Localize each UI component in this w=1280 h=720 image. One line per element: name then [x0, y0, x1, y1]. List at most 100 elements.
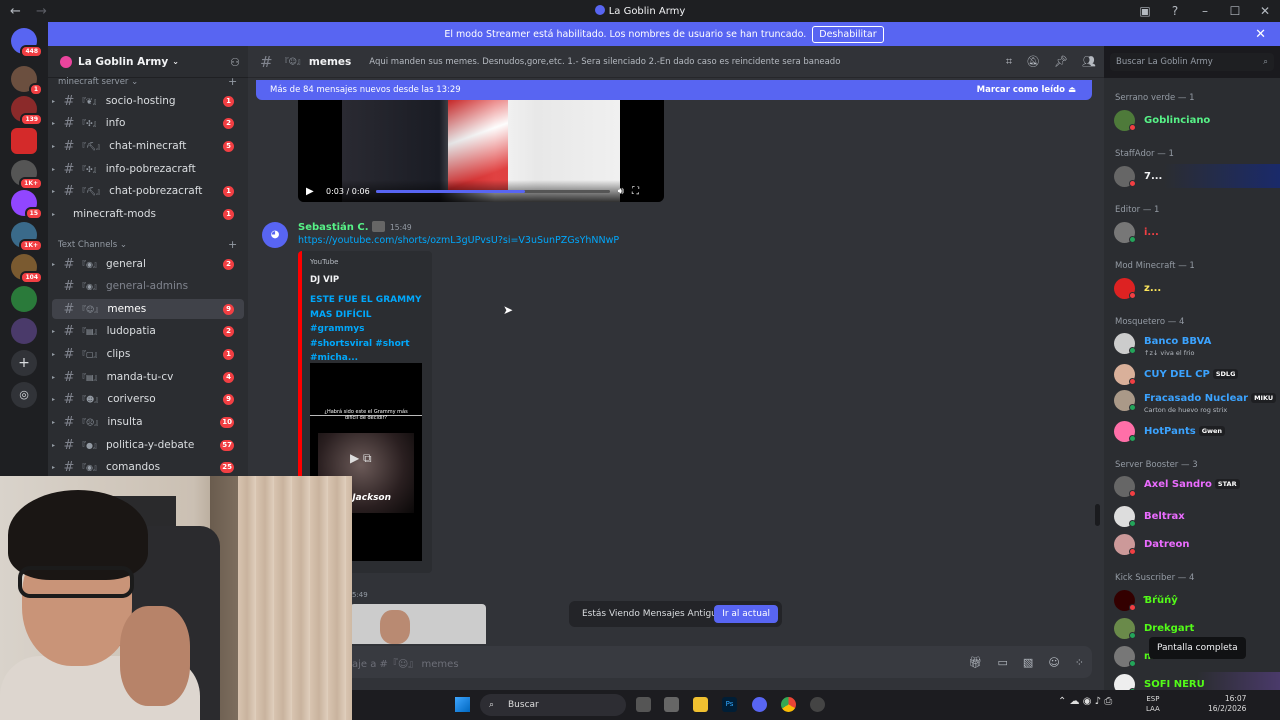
server-icon[interactable]: [11, 128, 37, 154]
member-item[interactable]: 7...: [1114, 164, 1280, 188]
inbox-icon[interactable]: ▣: [1130, 0, 1160, 22]
member-item[interactable]: HotPants Gwen: [1114, 419, 1280, 443]
channel-chat-minecraft[interactable]: ▸ # 『⛏』 chat-minecraft 5: [52, 136, 244, 156]
disable-streamer-button[interactable]: Deshabilitar: [812, 25, 884, 43]
channel-info[interactable]: ▸ # 『✣』 info 2: [52, 113, 244, 133]
role-header: Server Booster — 3: [1115, 460, 1198, 470]
channel-insulta[interactable]: ▸ # 『☹』 insulta 10: [52, 412, 244, 432]
member-list-icon[interactable]: 👥︎: [1082, 55, 1096, 69]
role-header: Mosquetero — 4: [1115, 317, 1185, 327]
member-item[interactable]: Goblinciano: [1114, 108, 1280, 132]
server-icon[interactable]: [11, 286, 37, 312]
member-item[interactable]: Ɓŕŭńŷ: [1114, 588, 1280, 612]
pin-icon[interactable]: 📌︎: [1054, 55, 1068, 69]
emoji-icon[interactable]: ☺: [1048, 656, 1059, 669]
clock[interactable]: 16:07 16/2/2026: [1208, 694, 1246, 714]
app-icon[interactable]: [664, 697, 679, 712]
channel-general[interactable]: ▸ # 『◉』 general 2: [52, 254, 244, 274]
embed-provider[interactable]: YouTube: [310, 258, 338, 266]
member-item[interactable]: Datreon: [1114, 532, 1280, 556]
threads-icon[interactable]: ⌗: [1006, 55, 1012, 69]
member-item[interactable]: i...: [1114, 220, 1280, 244]
windows-start-icon[interactable]: [455, 697, 470, 712]
channel-chat-pobrezacraft[interactable]: ▸ # 『⛏』 chat-pobrezacraft 1: [52, 181, 244, 201]
file-explorer-icon[interactable]: [693, 697, 708, 712]
language-indicator[interactable]: ESP LAA: [1146, 694, 1160, 714]
sticker-icon[interactable]: ▧: [1023, 656, 1033, 669]
photoshop-icon[interactable]: Ps: [722, 697, 737, 712]
attachment-image[interactable]: [350, 604, 486, 644]
channel-coriverso[interactable]: ▸ # 『☻』 coriverso 9: [52, 389, 244, 409]
gif-icon[interactable]: ▭: [998, 656, 1008, 669]
hash-icon: #: [260, 52, 273, 71]
member-item[interactable]: Fracasado Nuclear MIKU Carton de huevo rog…: [1114, 388, 1280, 414]
volume-icon[interactable]: 🔊︎: [618, 186, 624, 197]
message-input[interactable]: aje a #『☺』 memes 🎁︎ ▭ ▧ ☺ ⁘: [256, 646, 1092, 678]
server-icon[interactable]: [11, 318, 37, 344]
maximize-button[interactable]: ☐: [1220, 0, 1250, 22]
category-text-channels[interactable]: Text Channels ⌄ +: [58, 238, 237, 251]
jump-to-present-button[interactable]: Ir al actual: [714, 605, 778, 623]
video-progress-bar[interactable]: [375, 189, 610, 193]
chrome-icon[interactable]: [781, 697, 796, 712]
channel-manda-tu-cv[interactable]: ▸ # 『▤』 manda-tu-cv 4: [52, 367, 244, 387]
server-name: La Goblin Army: [78, 55, 169, 68]
server-icon[interactable]: 1: [11, 66, 43, 96]
channel-topic[interactable]: Aqui manden sus memes. Desnudos,gore,etc…: [369, 57, 840, 67]
close-icon[interactable]: ✕: [1255, 27, 1266, 42]
server-icon[interactable]: 1K+: [11, 222, 43, 252]
server-icon[interactable]: 104: [11, 254, 43, 284]
gift-icon[interactable]: 🎁︎: [969, 656, 983, 669]
channel-ludopatia[interactable]: ▸ # 『▤』 ludopatia 2: [52, 321, 244, 341]
member-item[interactable]: Axel Sandro STAR: [1114, 474, 1280, 498]
search-input[interactable]: Buscar La Goblin Army ⌕: [1110, 53, 1274, 71]
discord-avatar-icon[interactable]: ◕: [262, 222, 288, 248]
add-server-icon[interactable]: +: [11, 350, 37, 376]
add-channel-icon[interactable]: +: [228, 75, 237, 88]
member-item[interactable]: CUY DEL CP SDLG: [1114, 362, 1280, 386]
fullscreen-icon[interactable]: ⛶: [632, 186, 639, 197]
video-controls: ▶ 0:03 / 0:06 🔊︎ ⛶: [298, 180, 664, 202]
minimize-button[interactable]: –: [1190, 0, 1220, 22]
server-logo-icon: [60, 55, 72, 68]
app-icon[interactable]: [810, 697, 825, 712]
home-button[interactable]: 448: [11, 28, 43, 58]
member-item[interactable]: Beltrax: [1114, 504, 1280, 528]
scrollbar[interactable]: [1095, 504, 1100, 526]
close-button[interactable]: ✕: [1250, 0, 1280, 22]
notification-bell-icon[interactable]: 🔕︎: [1026, 55, 1040, 69]
play-icon[interactable]: ▶: [306, 186, 318, 197]
category-minecraft[interactable]: minecraft server ⌄ +: [58, 75, 237, 88]
taskbar-search[interactable]: ⌕ Buscar: [480, 694, 626, 716]
add-channel-icon[interactable]: +: [228, 238, 237, 251]
channel-info-pobrezacraft[interactable]: ▸ # 『✣』 info-pobrezacraft: [52, 159, 244, 179]
channel-comandos[interactable]: ▸ # 『◉』 comandos 25: [52, 457, 244, 477]
server-icon[interactable]: 1K+: [11, 160, 43, 190]
mark-as-read-button[interactable]: Marcar como leído ⏏︎: [977, 85, 1076, 95]
channel-clips[interactable]: ▸ # 『▢』 clips 1: [52, 344, 244, 364]
system-tray[interactable]: ⌃ ☁ ◉ ♪ ⎙: [1058, 696, 1112, 707]
video-player[interactable]: ▶ 0:03 / 0:06 🔊︎ ⛶: [298, 100, 664, 202]
channel-politica-y-debate[interactable]: ▸ # 『●』 politica-y-debate 57: [52, 435, 244, 455]
mention-badge: 9: [223, 303, 234, 315]
discord-taskbar-icon[interactable]: [752, 697, 767, 712]
embed-title[interactable]: ESTE FUE EL GRAMMY MAS DIFÍCIL #grammys …: [310, 293, 428, 366]
message-link[interactable]: https://youtube.com/shorts/ozmL3gUPvsU?s…: [298, 235, 619, 246]
server-icon[interactable]: 139: [11, 96, 43, 126]
explore-icon[interactable]: ◎: [11, 382, 37, 408]
add-member-icon[interactable]: ⚇: [230, 56, 240, 69]
member-item[interactable]: Banco BBVA ↑z↓ viva el frio: [1114, 331, 1280, 357]
embed-author[interactable]: DJ VIP: [310, 275, 339, 285]
member-item[interactable]: z...: [1114, 276, 1280, 300]
twitch-server-icon[interactable]: 15: [11, 190, 43, 220]
help-icon[interactable]: ?: [1160, 0, 1190, 22]
channel-general-admins[interactable]: # 『◉』 general-admins: [52, 276, 244, 296]
task-view-icon[interactable]: [636, 697, 651, 712]
play-icon[interactable]: ▶ ⧉: [350, 451, 372, 466]
channel-minecraft-mods[interactable]: ▸ minecraft-mods 1: [52, 204, 244, 224]
channel-memes[interactable]: # 『☺』 memes 9: [52, 299, 244, 319]
server-header[interactable]: La Goblin Army ⌄ ⚇: [48, 46, 248, 78]
channel-socio-hosting[interactable]: ▸ # 『❦』 socio-hosting 1: [52, 91, 244, 111]
apps-icon[interactable]: ⁘: [1075, 656, 1084, 669]
new-messages-bar[interactable]: Más de 84 mensajes nuevos desde las 13:2…: [256, 80, 1092, 100]
